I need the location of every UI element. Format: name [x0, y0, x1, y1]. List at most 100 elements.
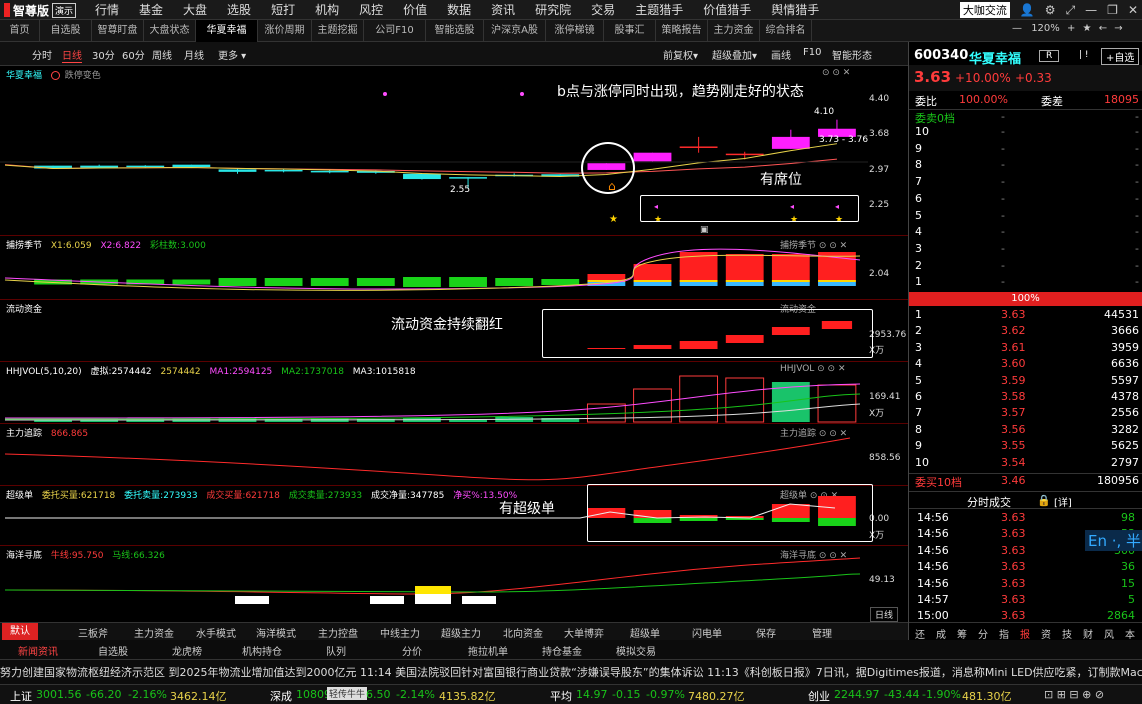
add-watchlist-button[interactable]: +自选: [1101, 48, 1140, 65]
menu-item[interactable]: 主题猎手: [625, 0, 693, 20]
minimize-icon[interactable]: —: [1085, 3, 1097, 17]
period-2[interactable]: 30分: [92, 47, 115, 62]
period-0[interactable]: 分时: [32, 47, 52, 62]
news-tab-3[interactable]: 机构持仓: [242, 643, 282, 658]
cafe-button[interactable]: 大咖交流: [959, 2, 1010, 18]
sell-price: -: [1001, 158, 1005, 172]
news-tab-8[interactable]: 模拟交易: [616, 643, 656, 658]
tab-9[interactable]: 沪深京A股: [484, 20, 546, 42]
news-tab-5[interactable]: 分价: [402, 643, 422, 658]
toolbar-right-3[interactable]: F10: [803, 47, 821, 58]
tab-5[interactable]: 涨价周期: [258, 20, 312, 42]
period-1[interactable]: 日线: [62, 47, 82, 63]
menu-item[interactable]: 数据: [437, 0, 481, 20]
template-tab-7[interactable]: 超级主力: [441, 625, 481, 640]
side-tab-9[interactable]: 风: [1104, 626, 1114, 641]
menu-item[interactable]: 舆情猎手: [761, 0, 829, 20]
news-ticker[interactable]: 努力创建国家物流枢纽经济示范区 到2025年物流业增加值达到2000亿元 11:…: [0, 664, 1142, 680]
template-tab-11[interactable]: 闪电单: [692, 625, 722, 640]
tab-11[interactable]: 股事汇: [604, 20, 656, 42]
menu-item[interactable]: 风控: [349, 0, 393, 20]
period-label[interactable]: 日线: [870, 607, 899, 622]
side-tab-8[interactable]: 财: [1083, 626, 1093, 641]
template-tab-8[interactable]: 北向资金: [503, 625, 543, 640]
season-bar-base: [725, 282, 764, 286]
settings-icon[interactable]: ⚙: [1045, 3, 1056, 17]
toolbar-right-1[interactable]: 超级叠加▾: [712, 47, 757, 62]
news-tab-4[interactable]: 队列: [326, 643, 346, 658]
toolbar-right-0[interactable]: 前复权▾: [663, 47, 698, 62]
super-order-pane: 超级单 委托买量:621718 委托卖量:273933 成交买量:621718 …: [0, 484, 908, 546]
menu-item[interactable]: 基金: [129, 0, 173, 20]
template-tab-1[interactable]: 三板斧: [78, 625, 108, 640]
side-tab-7[interactable]: 技: [1062, 626, 1072, 641]
lock-icon[interactable]: 🔒: [1037, 494, 1051, 507]
menu-item[interactable]: 价值猎手: [693, 0, 761, 20]
forward-icon[interactable]: →: [1114, 23, 1122, 34]
period-5[interactable]: 月线: [184, 47, 204, 62]
toolbar-right-2[interactable]: 画线: [771, 47, 791, 62]
menu-item[interactable]: 选股: [217, 0, 261, 20]
template-tab-0[interactable]: 默认: [2, 623, 38, 641]
zoom-level[interactable]: 120%: [1031, 23, 1060, 34]
news-tab-1[interactable]: 自选股: [98, 643, 128, 658]
toolbar-right-4[interactable]: 智能形态: [832, 47, 872, 62]
tab-13[interactable]: 主力资金: [708, 20, 760, 42]
news-tab-6[interactable]: 拖拉机单: [468, 643, 508, 658]
info-icon[interactable]: | !: [1079, 50, 1089, 60]
template-tab-10[interactable]: 超级单: [630, 625, 660, 640]
side-tab-6[interactable]: 资: [1041, 626, 1051, 641]
menu-item[interactable]: 机构: [305, 0, 349, 20]
tab-0[interactable]: 首页: [0, 20, 40, 42]
side-tab-5[interactable]: 报: [1020, 626, 1030, 641]
tab-7[interactable]: 公司F10: [364, 20, 426, 42]
tab-6[interactable]: 主题挖掘: [312, 20, 364, 42]
buy-row: 5 3.59 5597: [909, 374, 1142, 390]
template-tab-2[interactable]: 主力资金: [134, 625, 174, 640]
period-6[interactable]: 更多 ▾: [218, 47, 246, 62]
trades-detail-link[interactable]: [详]: [1054, 494, 1072, 509]
template-tab-12[interactable]: 保存: [756, 625, 776, 640]
user-icon[interactable]: 👤: [1020, 3, 1035, 17]
tab-10[interactable]: 涨停梯镜: [546, 20, 604, 42]
menu-item[interactable]: 研究院: [525, 0, 581, 20]
menu-item[interactable]: 短打: [261, 0, 305, 20]
template-tab-13[interactable]: 管理: [812, 625, 832, 640]
tab-close-icon[interactable]: —: [1012, 23, 1022, 34]
template-tab-3[interactable]: 水手模式: [196, 625, 236, 640]
tab-4[interactable]: 华夏幸福: [196, 20, 258, 42]
tab-12[interactable]: 策略报告: [656, 20, 708, 42]
close-icon[interactable]: ✕: [1128, 3, 1138, 17]
side-tab-3[interactable]: 分: [978, 626, 988, 641]
template-tab-9[interactable]: 大单博弈: [564, 625, 604, 640]
tab-1[interactable]: 自选股: [40, 20, 92, 42]
tab-2[interactable]: 智尊盯盘: [92, 20, 144, 42]
side-tab-1[interactable]: 成: [936, 626, 946, 641]
template-tab-6[interactable]: 中线主力: [380, 625, 420, 640]
menu-item[interactable]: 交易: [581, 0, 625, 20]
side-tab-0[interactable]: 还: [915, 626, 925, 641]
tab-14[interactable]: 综合排名: [760, 20, 812, 42]
restore-icon[interactable]: ❐: [1107, 3, 1118, 17]
period-4[interactable]: 周线: [152, 47, 172, 62]
side-tab-4[interactable]: 指: [999, 626, 1009, 641]
news-tab-0[interactable]: 新闻资讯: [18, 643, 58, 658]
star-icon[interactable]: ★: [1083, 23, 1092, 34]
fullscreen-icon[interactable]: ⤢: [1066, 3, 1076, 18]
back-icon[interactable]: ←: [1099, 23, 1107, 34]
template-tab-5[interactable]: 主力控盘: [318, 625, 358, 640]
menu-item[interactable]: 行情: [85, 0, 129, 20]
add-icon[interactable]: +: [1067, 23, 1075, 34]
menu-item[interactable]: 大盘: [173, 0, 217, 20]
menu-item[interactable]: 资讯: [481, 0, 525, 20]
news-tab-2[interactable]: 龙虎榜: [172, 643, 202, 658]
tab-8[interactable]: 智能选股: [426, 20, 484, 42]
period-3[interactable]: 60分: [122, 47, 145, 62]
news-tab-7[interactable]: 持仓基金: [542, 643, 582, 658]
side-tab-10[interactable]: 本: [1125, 626, 1135, 641]
tab-3[interactable]: 大盘状态: [144, 20, 196, 42]
side-tab-2[interactable]: 筹: [957, 626, 967, 641]
menu-item[interactable]: 价值: [393, 0, 437, 20]
status-tool-icons[interactable]: ⊡ ⊞ ⊟ ⊕ ⊘: [1044, 688, 1104, 701]
template-tab-4[interactable]: 海洋模式: [256, 625, 296, 640]
